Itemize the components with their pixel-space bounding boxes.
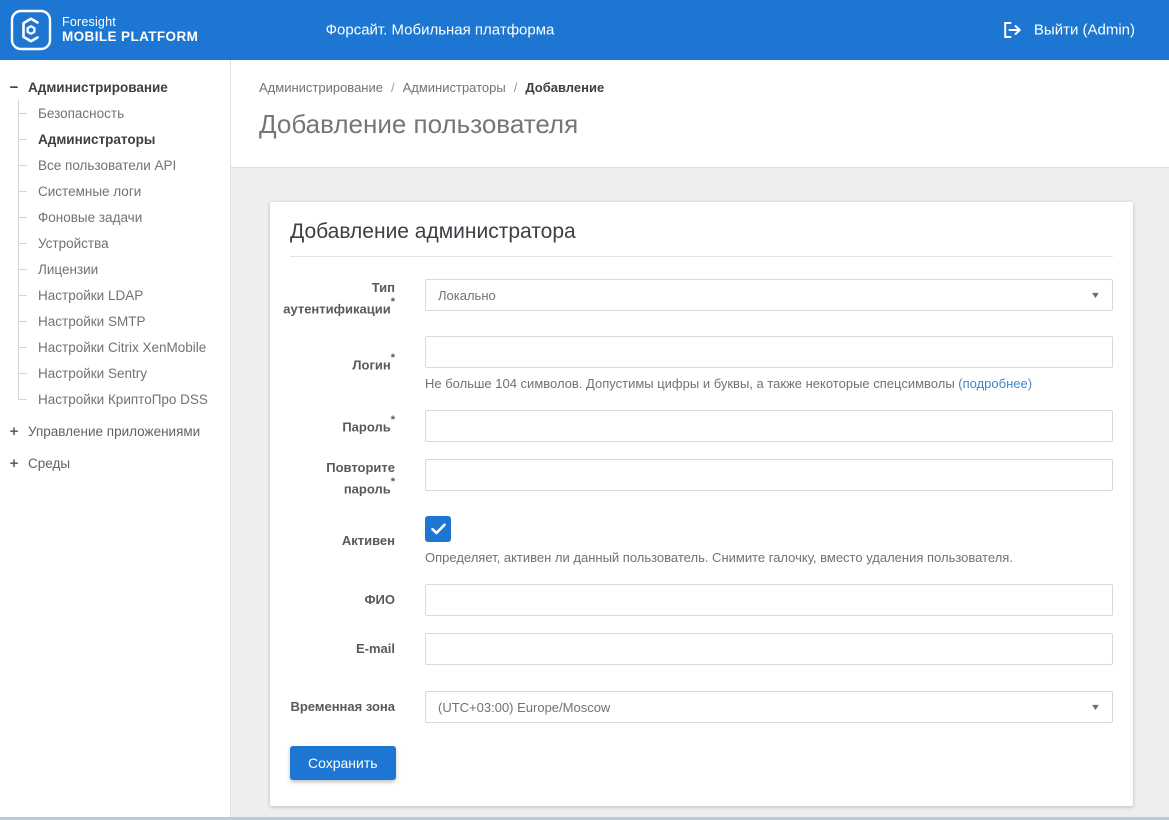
timezone-label: Временная зона (290, 698, 395, 714)
breadcrumb-item-administrators[interactable]: Администраторы (403, 80, 506, 95)
timezone-value: (UTC+03:00) Europe/Moscow (438, 699, 611, 715)
form-row-active: Активен Определяет, активен ли данный по… (290, 516, 1113, 567)
form-row-password: Пароль* (290, 410, 1113, 443)
sidebar-section-label: Управление приложениями (28, 423, 201, 439)
sidebar-item-ldap-settings[interactable]: Настройки LDAP (18, 282, 222, 308)
full-name-label: ФИО (364, 591, 395, 607)
breadcrumb-item-administration[interactable]: Администрирование (259, 80, 383, 95)
sidebar-item-cryptopro-settings[interactable]: Настройки КриптоПро DSS (18, 386, 222, 412)
sidebar-children: Безопасность Администраторы Все пользова… (18, 100, 222, 412)
sidebar-item-licenses[interactable]: Лицензии (18, 256, 222, 282)
checkmark-icon (430, 523, 446, 535)
auth-type-label: Тип аутентификации* (283, 280, 396, 317)
collapse-icon[interactable]: − (8, 79, 20, 96)
sidebar-item-system-logs[interactable]: Системные логи (18, 178, 222, 204)
app-header: Foresight MOBILE PLATFORM Форсайт. Мобил… (0, 0, 1169, 60)
form-row-auth-type: Тип аутентификации* Локально ▼ (283, 279, 1113, 319)
details-link[interactable]: (подробнее) (958, 376, 1032, 391)
sidebar-item-background-tasks[interactable]: Фоновые задачи (18, 204, 222, 230)
timezone-select[interactable]: (UTC+03:00) Europe/Moscow ▼ (425, 691, 1113, 724)
brand-logo-block: Foresight MOBILE PLATFORM (0, 9, 198, 51)
auth-type-value: Локально (438, 287, 496, 303)
login-help-text: Не больше 104 символов. Допустимы цифры … (425, 376, 1033, 392)
chevron-down-icon: ▼ (1089, 702, 1102, 713)
form-row-password-repeat: Повторите пароль* (290, 459, 1113, 499)
active-help-text: Определяет, активен ли данный пользовате… (425, 550, 1013, 566)
sidebar-item-citrix-settings[interactable]: Настройки Citrix XenMobile (18, 334, 222, 360)
page-title: Добавление пользователя (259, 109, 579, 139)
chevron-down-icon: ▼ (1089, 290, 1102, 300)
form-row-email: E-mail (290, 633, 1113, 666)
logout-icon (1004, 22, 1021, 38)
auth-type-select[interactable]: Локально ▼ (425, 279, 1113, 311)
email-input[interactable] (425, 633, 1113, 666)
password-repeat-input[interactable] (425, 459, 1113, 492)
email-label: E-mail (355, 640, 395, 656)
expand-icon[interactable]: + (8, 423, 20, 440)
active-checkbox[interactable] (425, 516, 451, 543)
sidebar-section-label: Администрирование (28, 79, 168, 95)
form-row-login: Логин* Не больше 104 символов. Допустимы… (290, 336, 1113, 393)
sidebar-section-label: Среды (28, 455, 71, 471)
form-title: Добавление администратора (290, 220, 1113, 257)
sidebar-item-api-users[interactable]: Все пользователи API (18, 152, 222, 178)
sidebar-item-sentry-settings[interactable]: Настройки Sentry (18, 360, 222, 386)
full-name-input[interactable] (425, 584, 1113, 617)
logout-button[interactable]: Выйти (Admin) (1003, 22, 1135, 39)
sidebar-item-administrators[interactable]: Администраторы (18, 126, 222, 152)
sidebar-section-app-management[interactable]: + Управление приложениями (8, 418, 222, 444)
password-input[interactable] (425, 410, 1113, 443)
password-repeat-label: Повторите пароль* (326, 460, 395, 497)
breadcrumb-separator: / (390, 80, 395, 95)
form-row-timezone: Временная зона (UTC+03:00) Europe/Moscow… (290, 691, 1113, 724)
sidebar-item-smtp-settings[interactable]: Настройки SMTP (18, 308, 222, 334)
login-input[interactable] (425, 336, 1113, 369)
required-asterisk: * (390, 413, 395, 426)
breadcrumb-item-current: Добавление (525, 80, 605, 95)
breadcrumb-separator: / (513, 80, 518, 95)
main-content: Администрирование / Администраторы / Доб… (231, 60, 1169, 817)
foresight-logo-icon (10, 9, 52, 51)
required-asterisk: * (390, 476, 395, 489)
sidebar-item-devices[interactable]: Устройства (18, 230, 222, 256)
required-asterisk: * (390, 295, 396, 308)
active-label: Активен (341, 533, 395, 549)
brand-text: Foresight MOBILE PLATFORM (62, 15, 198, 45)
sidebar-section-administration[interactable]: − Администрирование (8, 74, 222, 100)
breadcrumb: Администрирование / Администраторы / Доб… (259, 80, 1141, 95)
save-button[interactable]: Сохранить (290, 746, 396, 781)
expand-icon[interactable]: + (8, 455, 20, 472)
sidebar-nav: − Администрирование Безопасность Админис… (0, 60, 231, 817)
sidebar-section-environments[interactable]: + Среды (8, 450, 222, 476)
app-title: Форсайт. Мобильная платформа (325, 21, 555, 39)
page-header: Администрирование / Администраторы / Доб… (231, 60, 1169, 168)
brand-name-bottom: MOBILE PLATFORM (62, 29, 199, 45)
form-row-full-name: ФИО (290, 584, 1113, 617)
password-label: Пароль* (342, 413, 395, 434)
brand-name-top: Foresight (62, 15, 116, 30)
required-asterisk: * (390, 352, 395, 365)
login-label: Логин* (352, 352, 395, 373)
sidebar-item-security[interactable]: Безопасность (18, 100, 222, 126)
add-admin-form-card: Добавление администратора Тип аутентифик… (270, 202, 1133, 807)
logout-label: Выйти (Admin) (1033, 21, 1135, 39)
